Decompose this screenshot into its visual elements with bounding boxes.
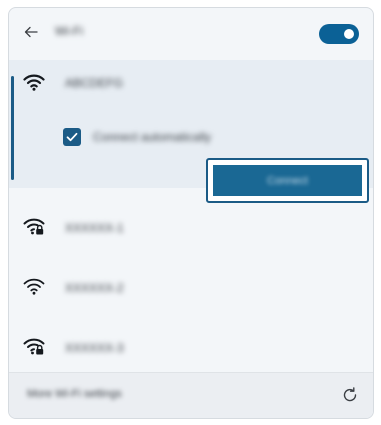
network-item[interactable]: XXXXXX-3 — [9, 320, 373, 380]
network-item[interactable]: XXXXXX-2 — [9, 260, 373, 320]
connect-button-focus-ring: Connect — [206, 158, 369, 203]
more-wifi-settings-link[interactable]: More Wi-Fi settings — [27, 388, 122, 400]
wifi-toggle[interactable] — [319, 24, 359, 44]
connect-automatically-checkbox[interactable] — [63, 128, 81, 146]
wifi-flyout-panel: Wi-Fi ABCDEFG Connect automatically Conn… — [8, 7, 374, 419]
wifi-header: Wi-Fi — [9, 8, 373, 58]
network-name: XXXXXX-2 — [65, 281, 124, 295]
wifi-signal-icon — [23, 74, 45, 91]
network-item[interactable]: XXXXXX-1 — [9, 200, 373, 260]
back-arrow-icon[interactable] — [23, 24, 39, 40]
connect-button[interactable]: Connect — [211, 163, 364, 198]
wifi-secured-icon — [23, 338, 45, 355]
connect-automatically-label: Connect automatically — [93, 130, 212, 144]
connect-button-label: Connect — [267, 174, 308, 187]
page-title: Wi-Fi — [55, 24, 83, 38]
toggle-knob — [344, 29, 354, 39]
wifi-signal-icon — [23, 278, 45, 295]
refresh-icon[interactable] — [341, 386, 359, 404]
network-item-expanded[interactable]: ABCDEFG Connect automatically Connect — [9, 60, 373, 203]
selection-indicator — [11, 76, 14, 180]
network-name: XXXXXX-1 — [65, 221, 124, 235]
network-name: ABCDEFG — [65, 76, 124, 90]
flyout-footer: More Wi-Fi settings — [9, 372, 373, 418]
wifi-secured-icon — [23, 218, 45, 235]
network-name: XXXXXX-3 — [65, 341, 124, 355]
checkmark-icon — [66, 132, 78, 142]
